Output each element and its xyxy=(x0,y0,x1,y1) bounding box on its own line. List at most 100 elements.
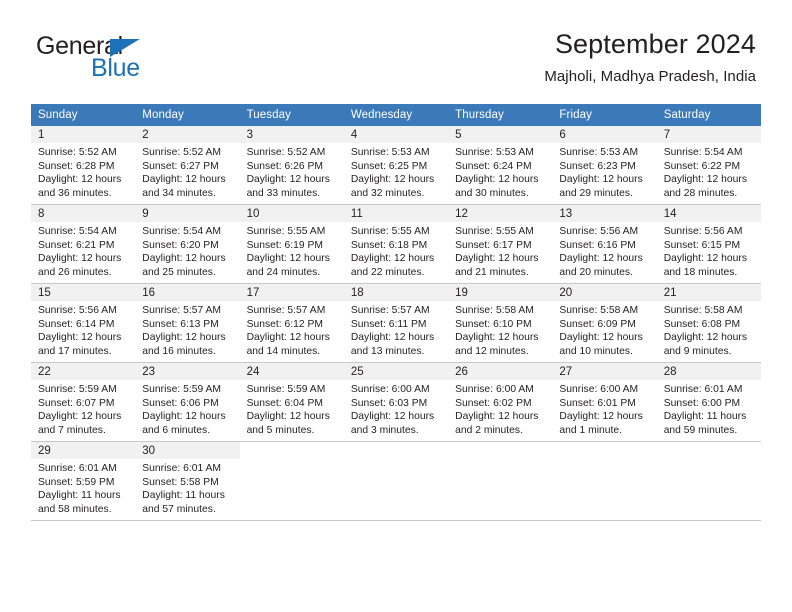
calendar-day-cell[interactable]: 5 Sunrise: 5:53 AM Sunset: 6:24 PM Daylight… xyxy=(448,126,553,205)
daylight-duration-line1: Daylight: 12 hours xyxy=(455,411,539,423)
day-cell-inner xyxy=(552,442,656,520)
sunrise-time: Sunrise: 5:52 AM xyxy=(38,147,117,158)
calendar-day-cell[interactable]: 27 Sunrise: 6:00 AM Sunset: 6:01 PM Dayligh… xyxy=(552,362,657,442)
calendar-day-cell[interactable]: 15 Sunrise: 5:56 AM Sunset: 6:14 PM Dayligh… xyxy=(31,283,136,363)
day-cell-inner: 26 Sunrise: 6:00 AM Sunset: 6:02 PM Dayligh… xyxy=(448,363,553,441)
calendar-day-cell[interactable]: 28 Sunrise: 6:01 AM Sunset: 6:00 PM Dayligh… xyxy=(656,362,761,442)
sunset-time: Sunset: 6:14 PM xyxy=(38,318,115,330)
sunset-time: Sunset: 6:02 PM xyxy=(455,397,532,409)
calendar-day-cell-empty xyxy=(552,441,657,521)
calendar-day-cell[interactable]: 25 Sunrise: 6:00 AM Sunset: 6:03 PM Dayligh… xyxy=(343,362,449,442)
sunrise-time: Sunrise: 5:58 AM xyxy=(455,305,534,316)
calendar-day-cell[interactable]: 22 Sunrise: 5:59 AM Sunset: 6:07 PM Dayligh… xyxy=(31,362,136,442)
day-number: 19 xyxy=(448,284,553,301)
calendar-day-cell[interactable]: 2 Sunrise: 5:52 AM Sunset: 6:27 PM Daylight… xyxy=(135,126,240,205)
calendar-day-cell[interactable]: 1 Sunrise: 5:52 AM Sunset: 6:28 PM Daylight… xyxy=(31,126,136,205)
calendar-grid: Sunday Monday Tuesday Wednesday Thursday… xyxy=(31,104,761,521)
calendar-day-cell[interactable]: 3 Sunrise: 5:52 AM Sunset: 6:26 PM Daylight… xyxy=(239,126,344,205)
sunset-time: Sunset: 6:08 PM xyxy=(663,318,741,330)
sunrise-time: Sunrise: 5:57 AM xyxy=(142,305,222,316)
day-number: 25 xyxy=(343,363,449,380)
daylight-duration-line1: Daylight: 12 hours xyxy=(350,332,435,344)
daylight-duration-line2: and 25 minutes. xyxy=(142,266,216,278)
day-cell-inner: 10 Sunrise: 5:55 AM Sunset: 6:19 PM Dayligh… xyxy=(239,205,344,283)
day-number: 23 xyxy=(135,363,240,380)
day-details: Sunrise: 5:59 AM Sunset: 6:06 PM Daylight:… xyxy=(135,380,239,437)
calendar-day-cell[interactable]: 12 Sunrise: 5:55 AM Sunset: 6:17 PM Dayligh… xyxy=(448,204,553,284)
sunrise-time: Sunrise: 5:59 AM xyxy=(142,384,222,395)
calendar-day-cell[interactable]: 30 Sunrise: 6:01 AM Sunset: 5:58 PM Dayligh… xyxy=(135,441,240,521)
daylight-duration-line1: Daylight: 12 hours xyxy=(246,253,330,265)
calendar-day-cell[interactable]: 29 Sunrise: 6:01 AM Sunset: 5:59 PM Dayligh… xyxy=(31,441,136,521)
day-details: Sunrise: 6:01 AM Sunset: 5:58 PM Daylight:… xyxy=(135,459,239,516)
page-title: September 2024 xyxy=(554,29,756,59)
daylight-duration-line2: and 26 minutes. xyxy=(38,266,112,278)
calendar-day-cell[interactable]: 4 Sunrise: 5:53 AM Sunset: 6:25 PM Daylight… xyxy=(343,126,449,205)
daylight-duration-line2: and 17 minutes. xyxy=(38,345,112,357)
daylight-duration-line1: Daylight: 12 hours xyxy=(455,332,539,344)
daylight-duration-line2: and 10 minutes. xyxy=(559,345,633,357)
day-cell-inner: 23 Sunrise: 5:59 AM Sunset: 6:06 PM Dayligh… xyxy=(135,363,240,441)
calendar-day-cell[interactable]: 13 Sunrise: 5:56 AM Sunset: 6:16 PM Dayligh… xyxy=(552,204,657,284)
calendar-day-cell-empty xyxy=(343,441,449,521)
calendar-day-cell[interactable]: 6 Sunrise: 5:53 AM Sunset: 6:23 PM Daylight… xyxy=(552,126,657,205)
calendar-week-row: 1 Sunrise: 5:52 AM Sunset: 6:28 PM Daylight… xyxy=(31,126,761,205)
calendar-day-cell[interactable]: 9 Sunrise: 5:54 AM Sunset: 6:20 PM Daylight… xyxy=(135,204,240,284)
general-blue-logo[interactable]: General Blue xyxy=(36,33,246,85)
day-cell-inner: 27 Sunrise: 6:00 AM Sunset: 6:01 PM Dayligh… xyxy=(552,363,657,441)
daylight-duration-line2: and 57 minutes. xyxy=(142,503,216,515)
daylight-duration-line1: Daylight: 12 hours xyxy=(663,174,748,186)
day-number: 12 xyxy=(448,205,553,222)
day-details: Sunrise: 5:57 AM Sunset: 6:13 PM Daylight:… xyxy=(135,301,239,358)
calendar-day-cell[interactable]: 11 Sunrise: 5:55 AM Sunset: 6:18 PM Dayligh… xyxy=(343,204,449,284)
daylight-duration-line2: and 14 minutes. xyxy=(246,345,321,357)
calendar-day-cell[interactable]: 23 Sunrise: 5:59 AM Sunset: 6:06 PM Dayligh… xyxy=(135,362,240,442)
calendar-day-cell[interactable]: 10 Sunrise: 5:55 AM Sunset: 6:19 PM Dayligh… xyxy=(239,204,344,284)
daylight-duration-line2: and 12 minutes. xyxy=(455,345,529,357)
calendar-day-cell[interactable]: 16 Sunrise: 5:57 AM Sunset: 6:13 PM Dayligh… xyxy=(135,283,240,363)
daylight-duration-line1: Daylight: 12 hours xyxy=(455,253,539,265)
day-details xyxy=(552,459,656,462)
calendar-day-cell[interactable]: 26 Sunrise: 6:00 AM Sunset: 6:02 PM Dayligh… xyxy=(448,362,553,442)
daylight-duration-line2: and 32 minutes. xyxy=(350,187,425,199)
daylight-duration-line2: and 22 minutes. xyxy=(350,266,425,278)
day-number xyxy=(240,442,344,459)
sunset-time: Sunset: 6:25 PM xyxy=(350,160,428,172)
sunrise-time: Sunrise: 5:52 AM xyxy=(246,147,326,158)
calendar-day-cell[interactable]: 7 Sunrise: 5:54 AM Sunset: 6:22 PM Daylight… xyxy=(656,126,761,205)
day-cell-inner: 20 Sunrise: 5:58 AM Sunset: 6:09 PM Dayligh… xyxy=(552,284,657,362)
calendar-day-cell[interactable]: 20 Sunrise: 5:58 AM Sunset: 6:09 PM Dayligh… xyxy=(552,283,657,363)
weekday-header-sunday: Sunday xyxy=(31,104,136,126)
sunset-time: Sunset: 6:15 PM xyxy=(663,239,741,251)
day-number: 17 xyxy=(239,284,344,301)
day-cell-inner: 18 Sunrise: 5:57 AM Sunset: 6:11 PM Dayligh… xyxy=(343,284,449,362)
day-details: Sunrise: 5:57 AM Sunset: 6:12 PM Daylight:… xyxy=(240,301,344,358)
sunset-time: Sunset: 6:11 PM xyxy=(350,318,427,330)
day-cell-inner: 13 Sunrise: 5:56 AM Sunset: 6:16 PM Dayligh… xyxy=(552,205,657,283)
sunset-time: Sunset: 6:24 PM xyxy=(455,160,532,172)
day-number xyxy=(344,442,448,459)
day-cell-inner: 21 Sunrise: 5:58 AM Sunset: 6:08 PM Dayligh… xyxy=(656,284,761,362)
day-details: Sunrise: 5:52 AM Sunset: 6:28 PM Daylight:… xyxy=(31,143,135,200)
day-number: 10 xyxy=(239,205,344,222)
daylight-duration-line1: Daylight: 11 hours xyxy=(38,490,121,502)
daylight-duration-line1: Daylight: 11 hours xyxy=(663,411,747,423)
calendar-day-cell[interactable]: 21 Sunrise: 5:58 AM Sunset: 6:08 PM Dayligh… xyxy=(656,283,761,363)
title-block: September 2024 Majholi, Madhya Pradesh, … xyxy=(544,28,756,86)
calendar-day-cell[interactable]: 14 Sunrise: 5:56 AM Sunset: 6:15 PM Dayligh… xyxy=(656,204,761,284)
daylight-duration-line2: and 16 minutes. xyxy=(142,345,216,357)
calendar-day-cell[interactable]: 19 Sunrise: 5:58 AM Sunset: 6:10 PM Dayligh… xyxy=(448,283,553,363)
sunset-time: Sunset: 6:07 PM xyxy=(38,397,115,409)
logo-text-blue: Blue xyxy=(91,54,140,82)
sunrise-time: Sunrise: 5:55 AM xyxy=(350,226,430,237)
day-cell-inner: 9 Sunrise: 5:54 AM Sunset: 6:20 PM Daylight… xyxy=(135,205,240,283)
sunrise-time: Sunrise: 5:59 AM xyxy=(246,384,326,395)
calendar-day-cell[interactable]: 24 Sunrise: 5:59 AM Sunset: 6:04 PM Dayligh… xyxy=(239,362,344,442)
calendar-day-cell[interactable]: 18 Sunrise: 5:57 AM Sunset: 6:11 PM Dayligh… xyxy=(343,283,449,363)
sunrise-time: Sunrise: 5:56 AM xyxy=(663,226,743,237)
day-cell-inner: 19 Sunrise: 5:58 AM Sunset: 6:10 PM Dayligh… xyxy=(448,284,553,362)
calendar-week-row: 29 Sunrise: 6:01 AM Sunset: 5:59 PM Dayligh… xyxy=(31,441,761,521)
calendar-day-cell[interactable]: 8 Sunrise: 5:54 AM Sunset: 6:21 PM Daylight… xyxy=(31,204,136,284)
calendar-day-cell[interactable]: 17 Sunrise: 5:57 AM Sunset: 6:12 PM Dayligh… xyxy=(239,283,344,363)
daylight-duration-line2: and 29 minutes. xyxy=(559,187,633,199)
